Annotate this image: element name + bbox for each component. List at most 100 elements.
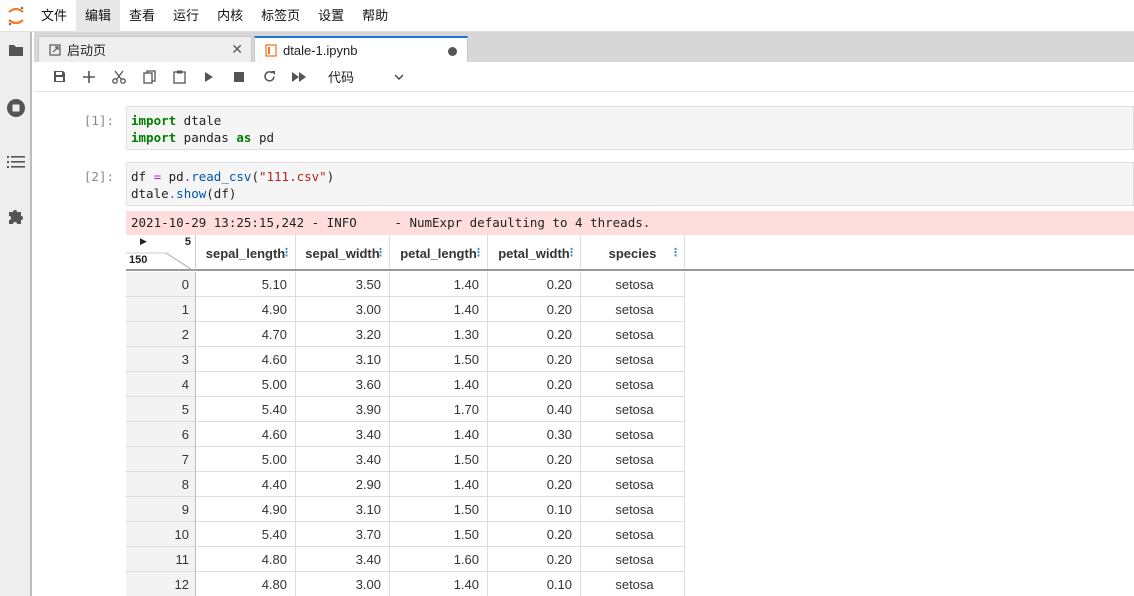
sepal-width-cell[interactable]: 3.10	[296, 347, 390, 372]
table-of-contents-icon[interactable]	[6, 152, 26, 172]
sepal-length-cell[interactable]: 4.80	[196, 572, 296, 596]
code-cell[interactable]: df = pd.read_csv("111.csv") dtale.show(d…	[126, 162, 1134, 206]
table-row[interactable]: 4 5.00 3.60 1.40 0.20 setosa	[126, 372, 685, 397]
sepal-width-cell[interactable]: 3.00	[296, 297, 390, 322]
petal-length-cell[interactable]: 1.50	[390, 447, 488, 472]
run-button[interactable]	[194, 65, 224, 89]
table-row[interactable]: 1 4.90 3.00 1.40 0.20 setosa	[126, 297, 685, 322]
sepal-length-cell[interactable]: 4.90	[196, 497, 296, 522]
petal-width-cell[interactable]: 0.20	[488, 297, 581, 322]
petal-width-cell[interactable]: 0.10	[488, 497, 581, 522]
menu-view[interactable]: 查看	[120, 0, 164, 32]
table-row[interactable]: 5 5.40 3.90 1.70 0.40 setosa	[126, 397, 685, 422]
petal-width-cell[interactable]: 0.20	[488, 472, 581, 497]
species-cell[interactable]: setosa	[581, 347, 685, 372]
species-cell[interactable]: setosa	[581, 547, 685, 572]
column-header-petal-length[interactable]: petal_length ⋮	[390, 235, 488, 271]
petal-length-cell[interactable]: 1.70	[390, 397, 488, 422]
petal-width-cell[interactable]: 0.10	[488, 572, 581, 596]
sepal-length-cell[interactable]: 4.90	[196, 297, 296, 322]
petal-width-cell[interactable]: 0.20	[488, 372, 581, 397]
petal-length-cell[interactable]: 1.50	[390, 522, 488, 547]
code-cell[interactable]: import dtale import pandas as pd	[126, 106, 1134, 150]
table-row[interactable]: 3 4.60 3.10 1.50 0.20 setosa	[126, 347, 685, 372]
petal-width-cell[interactable]: 0.20	[488, 447, 581, 472]
column-menu-icon[interactable]: ⋮	[473, 246, 484, 259]
tab-notebook[interactable]: dtale-1.ipynb	[254, 36, 468, 62]
table-row[interactable]: 6 4.60 3.40 1.40 0.30 setosa	[126, 422, 685, 447]
restart-button[interactable]	[254, 65, 284, 89]
sepal-width-cell[interactable]: 3.70	[296, 522, 390, 547]
species-cell[interactable]: setosa	[581, 572, 685, 596]
insert-cell-button[interactable]	[74, 65, 104, 89]
folder-icon[interactable]	[6, 40, 26, 60]
petal-width-cell[interactable]: 0.20	[488, 272, 581, 297]
save-button[interactable]	[44, 65, 74, 89]
menu-file[interactable]: 文件	[32, 0, 76, 32]
unsaved-dot-icon[interactable]	[448, 47, 457, 56]
petal-width-cell[interactable]: 0.30	[488, 422, 581, 447]
close-icon[interactable]: ✕	[231, 41, 243, 58]
species-cell[interactable]: setosa	[581, 397, 685, 422]
copy-button[interactable]	[134, 65, 164, 89]
sepal-length-cell[interactable]: 4.60	[196, 422, 296, 447]
sepal-width-cell[interactable]: 3.00	[296, 572, 390, 596]
column-header-sepal-width[interactable]: sepal_width ⋮	[296, 235, 390, 271]
sepal-width-cell[interactable]: 3.60	[296, 372, 390, 397]
petal-length-cell[interactable]: 1.40	[390, 272, 488, 297]
column-menu-icon[interactable]: ⋮	[281, 246, 292, 259]
menu-settings[interactable]: 设置	[309, 0, 353, 32]
petal-length-cell[interactable]: 1.60	[390, 547, 488, 572]
fast-forward-button[interactable]	[284, 65, 314, 89]
species-cell[interactable]: setosa	[581, 372, 685, 397]
petal-length-cell[interactable]: 1.50	[390, 497, 488, 522]
species-cell[interactable]: setosa	[581, 297, 685, 322]
petal-width-cell[interactable]: 0.20	[488, 547, 581, 572]
sepal-length-cell[interactable]: 4.60	[196, 347, 296, 372]
sepal-width-cell[interactable]: 3.10	[296, 497, 390, 522]
species-cell[interactable]: setosa	[581, 272, 685, 297]
table-row[interactable]: 10 5.40 3.70 1.50 0.20 setosa	[126, 522, 685, 547]
column-menu-icon[interactable]: ⋮	[670, 246, 681, 259]
cut-button[interactable]	[104, 65, 134, 89]
menu-kernel[interactable]: 内核	[208, 0, 252, 32]
petal-length-cell[interactable]: 1.40	[390, 422, 488, 447]
column-menu-icon[interactable]: ⋮	[375, 246, 386, 259]
sepal-length-cell[interactable]: 5.00	[196, 447, 296, 472]
sepal-length-cell[interactable]: 5.00	[196, 372, 296, 397]
cell-type-select[interactable]: 代码	[324, 66, 408, 88]
species-cell[interactable]: setosa	[581, 472, 685, 497]
table-row[interactable]: 7 5.00 3.40 1.50 0.20 setosa	[126, 447, 685, 472]
menu-help[interactable]: 帮助	[353, 0, 397, 32]
column-menu-icon[interactable]: ⋮	[566, 246, 577, 259]
petal-length-cell[interactable]: 1.30	[390, 322, 488, 347]
petal-width-cell[interactable]: 0.20	[488, 522, 581, 547]
species-cell[interactable]: setosa	[581, 522, 685, 547]
table-row[interactable]: 11 4.80 3.40 1.60 0.20 setosa	[126, 547, 685, 572]
sepal-width-cell[interactable]: 3.50	[296, 272, 390, 297]
sepal-width-cell[interactable]: 3.40	[296, 447, 390, 472]
column-header-petal-width[interactable]: petal_width ⋮	[488, 235, 581, 271]
running-kernels-icon[interactable]	[6, 98, 26, 118]
petal-width-cell[interactable]: 0.20	[488, 347, 581, 372]
petal-length-cell[interactable]: 1.40	[390, 572, 488, 596]
species-cell[interactable]: setosa	[581, 422, 685, 447]
column-header-sepal-length[interactable]: sepal_length ⋮	[196, 235, 296, 271]
species-cell[interactable]: setosa	[581, 447, 685, 472]
column-header-species[interactable]: species ⋮	[581, 235, 685, 271]
petal-width-cell[interactable]: 0.40	[488, 397, 581, 422]
sepal-width-cell[interactable]: 3.20	[296, 322, 390, 347]
sepal-length-cell[interactable]: 4.70	[196, 322, 296, 347]
table-row[interactable]: 9 4.90 3.10 1.50 0.10 setosa	[126, 497, 685, 522]
petal-length-cell[interactable]: 1.50	[390, 347, 488, 372]
sepal-length-cell[interactable]: 5.40	[196, 522, 296, 547]
species-cell[interactable]: setosa	[581, 322, 685, 347]
sepal-length-cell[interactable]: 4.80	[196, 547, 296, 572]
petal-length-cell[interactable]: 1.40	[390, 472, 488, 497]
paste-button[interactable]	[164, 65, 194, 89]
sepal-length-cell[interactable]: 5.10	[196, 272, 296, 297]
sepal-width-cell[interactable]: 2.90	[296, 472, 390, 497]
petal-length-cell[interactable]: 1.40	[390, 297, 488, 322]
table-row[interactable]: 0 5.10 3.50 1.40 0.20 setosa	[126, 272, 685, 297]
table-row[interactable]: 12 4.80 3.00 1.40 0.10 setosa	[126, 572, 685, 596]
